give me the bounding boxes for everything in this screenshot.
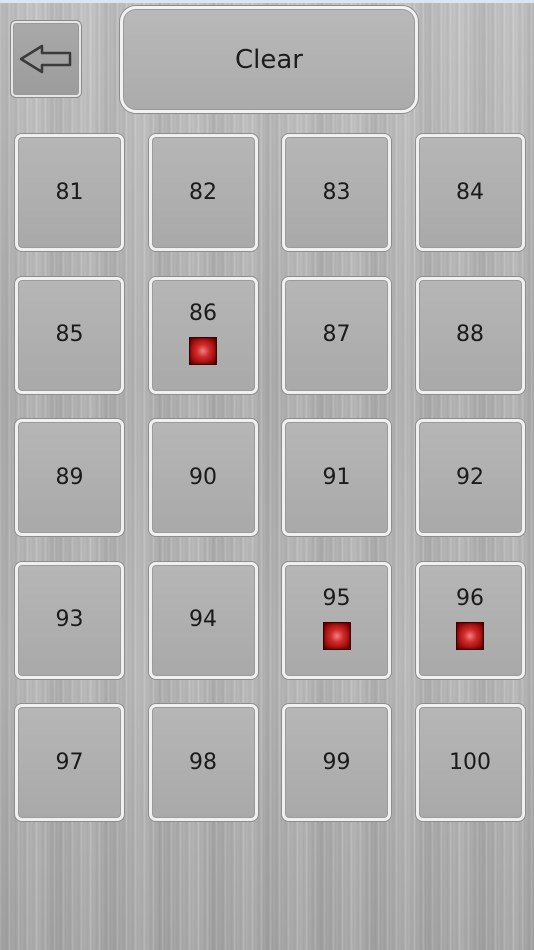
number-cell[interactable]: 90 — [148, 419, 258, 536]
number-label: 85 — [55, 322, 84, 347]
number-label: 84 — [456, 179, 484, 205]
number-cell[interactable]: 99 — [282, 704, 391, 821]
number-cell[interactable]: 86 — [148, 276, 258, 394]
number-cell[interactable]: 98 — [148, 704, 258, 821]
number-cell[interactable]: 97 — [15, 704, 124, 821]
number-cell[interactable]: 84 — [415, 134, 525, 251]
red-marker-icon — [322, 622, 351, 650]
number-label: 81 — [55, 179, 84, 205]
back-button[interactable] — [11, 21, 81, 97]
number-cell[interactable]: 94 — [148, 561, 258, 679]
number-label: 88 — [456, 322, 484, 347]
number-label: 82 — [189, 179, 217, 205]
number-label: 99 — [322, 749, 351, 775]
number-label: 87 — [322, 322, 351, 347]
number-label: 86 — [189, 301, 217, 326]
number-label: 91 — [322, 464, 351, 490]
left-arrow-icon — [19, 44, 72, 74]
status-strip — [0, 0, 534, 3]
number-label: 95 — [322, 586, 351, 611]
number-cell[interactable]: 83 — [282, 134, 391, 251]
number-cell[interactable]: 89 — [15, 419, 124, 536]
number-label: 97 — [55, 749, 84, 775]
number-cell[interactable]: 87 — [282, 276, 391, 394]
number-label: 89 — [55, 464, 84, 490]
number-cell[interactable]: 91 — [282, 419, 391, 536]
number-label: 93 — [55, 607, 84, 632]
number-cell[interactable]: 100 — [415, 704, 525, 821]
number-label: 90 — [189, 464, 217, 490]
number-label: 98 — [189, 749, 217, 775]
clear-button[interactable]: Clear — [120, 6, 418, 113]
number-label: 92 — [456, 464, 484, 490]
red-marker-icon — [456, 622, 484, 650]
number-label: 100 — [449, 749, 491, 775]
number-cell[interactable]: 93 — [15, 561, 124, 679]
number-cell[interactable]: 92 — [415, 419, 525, 536]
number-cell[interactable]: 82 — [148, 134, 258, 251]
number-cell[interactable]: 95 — [282, 561, 391, 679]
number-cell[interactable]: 85 — [15, 276, 124, 394]
number-cell[interactable]: 88 — [415, 276, 525, 394]
number-cell[interactable]: 81 — [15, 134, 124, 251]
number-cell[interactable]: 96 — [415, 561, 525, 679]
number-label: 94 — [189, 607, 217, 632]
number-label: 83 — [322, 179, 351, 205]
red-marker-icon — [189, 337, 217, 365]
number-label: 96 — [456, 586, 484, 611]
number-grid: 81 82 83 84 85 86 87 88 89 90 91 92 93 94 95 96 97 98 99 10… — [15, 134, 525, 821]
